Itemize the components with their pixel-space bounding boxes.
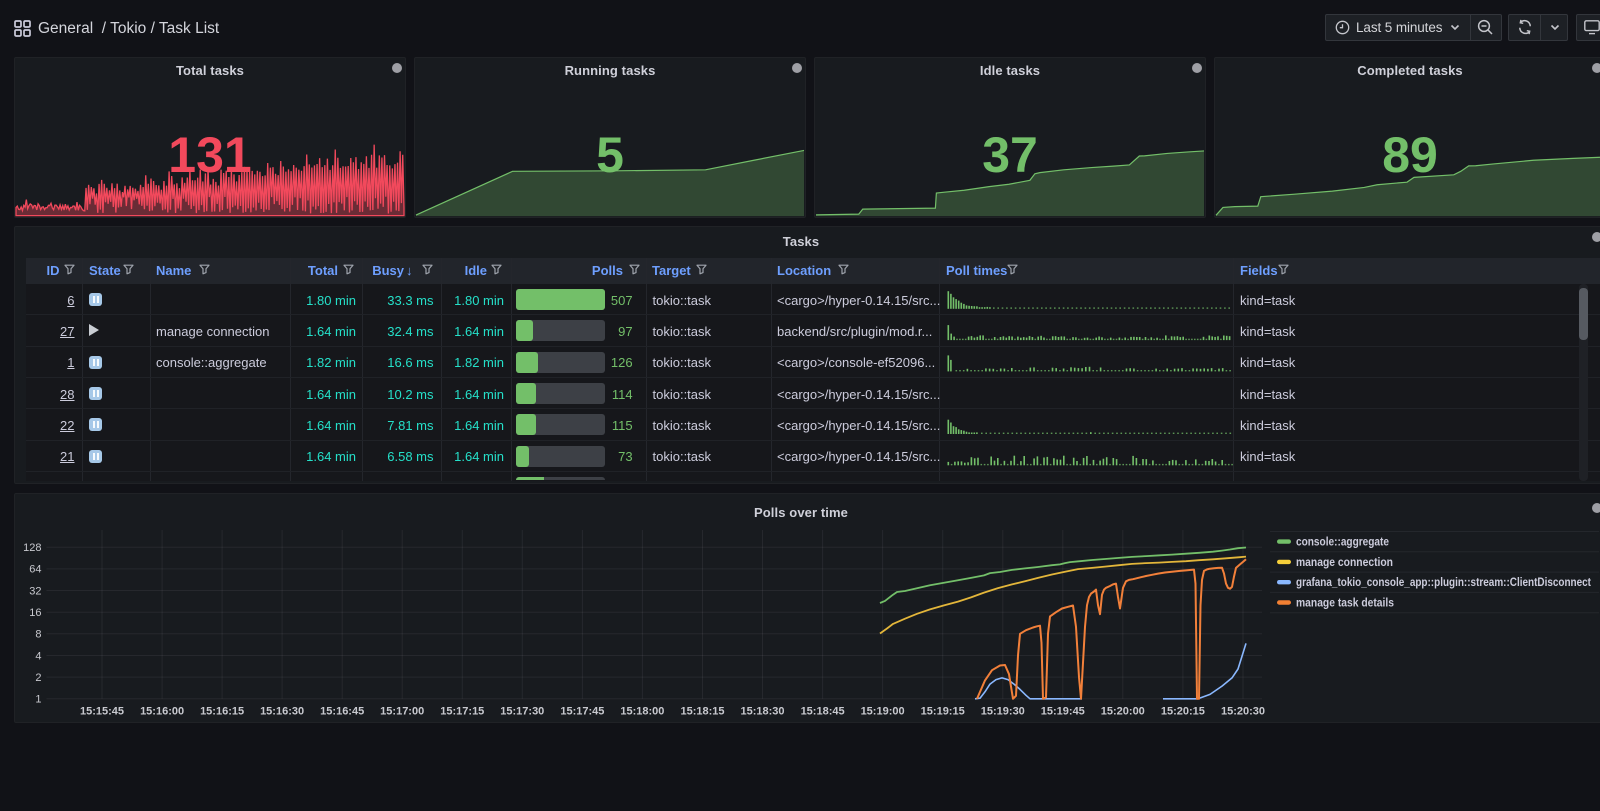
svg-text:15:18:30: 15:18:30: [740, 706, 784, 718]
svg-text:15:20:30: 15:20:30: [1221, 706, 1265, 718]
svg-text:manage task details: manage task details: [1296, 598, 1394, 610]
svg-text:8: 8: [35, 629, 41, 641]
svg-text:4: 4: [35, 650, 41, 662]
svg-text:15:17:00: 15:17:00: [380, 706, 424, 718]
svg-text:15:16:45: 15:16:45: [320, 706, 364, 718]
svg-text:2: 2: [35, 672, 41, 684]
svg-text:15:16:30: 15:16:30: [260, 706, 304, 718]
svg-text:15:17:45: 15:17:45: [560, 706, 604, 718]
svg-text:15:16:15: 15:16:15: [200, 706, 244, 718]
svg-text:15:19:15: 15:19:15: [921, 706, 965, 718]
svg-text:15:20:00: 15:20:00: [1101, 706, 1145, 718]
svg-text:15:18:00: 15:18:00: [620, 706, 664, 718]
svg-text:15:17:15: 15:17:15: [440, 706, 484, 718]
svg-text:16: 16: [29, 607, 41, 619]
svg-text:1: 1: [35, 694, 41, 706]
svg-text:15:18:15: 15:18:15: [680, 706, 724, 718]
svg-text:15:18:45: 15:18:45: [801, 706, 845, 718]
svg-text:grafana_tokio_console_app::plu: grafana_tokio_console_app::plugin::strea…: [1296, 577, 1591, 589]
svg-text:15:19:45: 15:19:45: [1041, 706, 1085, 718]
svg-text:15:17:30: 15:17:30: [500, 706, 544, 718]
svg-text:manage connection: manage connection: [1296, 557, 1393, 569]
svg-text:15:15:45: 15:15:45: [80, 706, 124, 718]
svg-text:15:19:30: 15:19:30: [981, 706, 1025, 718]
svg-text:32: 32: [29, 585, 41, 597]
svg-text:15:20:15: 15:20:15: [1161, 706, 1205, 718]
svg-text:console::aggregate: console::aggregate: [1296, 537, 1389, 549]
svg-text:15:16:00: 15:16:00: [140, 706, 184, 718]
svg-text:15:19:00: 15:19:00: [861, 706, 905, 718]
svg-text:128: 128: [23, 542, 41, 554]
svg-text:64: 64: [29, 564, 41, 576]
